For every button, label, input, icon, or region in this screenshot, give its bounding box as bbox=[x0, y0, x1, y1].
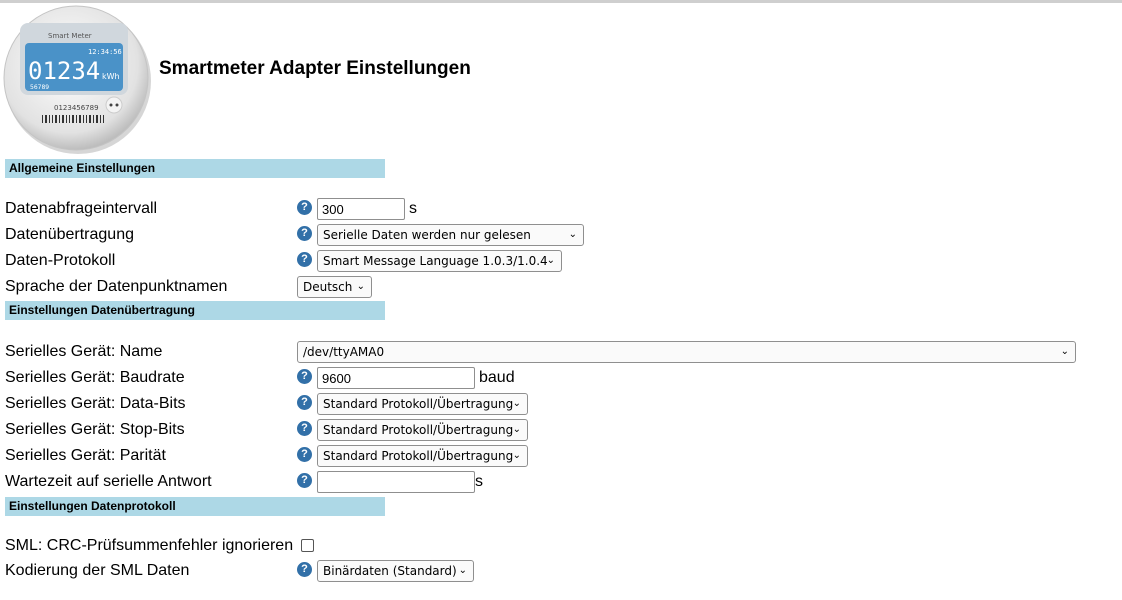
protocol-select[interactable]: Smart Message Language 1.0.3/1.0.4 ⌄ bbox=[317, 250, 562, 272]
baud-unit: baud bbox=[479, 369, 515, 386]
chevron-down-icon: ⌄ bbox=[512, 424, 521, 435]
help-icon[interactable]: ? bbox=[297, 200, 312, 215]
help-icon[interactable]: ? bbox=[297, 421, 312, 436]
interval-label: Datenabfrageintervall bbox=[5, 200, 158, 217]
help-icon[interactable]: ? bbox=[297, 447, 312, 462]
interval-input[interactable] bbox=[317, 198, 405, 220]
language-value: Deutsch bbox=[303, 280, 353, 294]
chevron-down-icon: ⌄ bbox=[1060, 346, 1069, 357]
crc-checkbox[interactable] bbox=[301, 539, 314, 552]
logo-serial: 0123456789 bbox=[54, 104, 99, 112]
stopbits-select[interactable]: Standard Protokoll/Übertragung ⌄ bbox=[317, 419, 528, 441]
transfer-mode-label: Datenübertragung bbox=[5, 226, 134, 243]
databits-select[interactable]: Standard Protokoll/Übertragung ⌄ bbox=[317, 393, 528, 415]
stopbits-value: Standard Protokoll/Übertragung bbox=[323, 423, 514, 437]
chevron-down-icon: ⌄ bbox=[458, 565, 467, 576]
logo-brand: Smart Meter bbox=[48, 32, 92, 40]
transfer-mode-value: Serielle Daten werden nur gelesen bbox=[323, 228, 531, 242]
help-icon[interactable]: ? bbox=[297, 395, 312, 410]
help-icon[interactable]: ? bbox=[297, 369, 312, 384]
transfer-mode-select[interactable]: Serielle Daten werden nur gelesen ⌄ bbox=[317, 224, 584, 246]
chevron-down-icon: ⌄ bbox=[512, 450, 521, 461]
timeout-label: Wartezeit auf serielle Antwort bbox=[5, 473, 212, 490]
stopbits-label: Serielles Gerät: Stop-Bits bbox=[5, 421, 185, 438]
parity-value: Standard Protokoll/Übertragung bbox=[323, 449, 514, 463]
timeout-unit: s bbox=[475, 473, 483, 490]
help-icon[interactable]: ? bbox=[297, 226, 312, 241]
baud-label: Serielles Gerät: Baudrate bbox=[5, 369, 185, 386]
logo-sub: 56789 bbox=[30, 84, 49, 91]
language-select[interactable]: Deutsch ⌄ bbox=[297, 276, 372, 298]
serial-name-select[interactable]: /dev/ttyAMA0 ⌄ bbox=[297, 341, 1076, 363]
serial-name-value: /dev/ttyAMA0 bbox=[303, 345, 385, 359]
databits-value: Standard Protokoll/Übertragung bbox=[323, 397, 514, 411]
protocol-value: Smart Message Language 1.0.3/1.0.4 bbox=[323, 254, 548, 268]
logo-unit: kWh bbox=[102, 72, 120, 81]
help-icon[interactable]: ? bbox=[297, 252, 312, 267]
serial-name-label: Serielles Gerät: Name bbox=[5, 343, 163, 360]
section-header-general: Allgemeine Einstellungen bbox=[5, 159, 385, 178]
encoding-select[interactable]: Binärdaten (Standard) ⌄ bbox=[317, 560, 474, 582]
logo-reading: 01234 bbox=[28, 57, 100, 85]
parity-select[interactable]: Standard Protokoll/Übertragung ⌄ bbox=[317, 445, 528, 467]
encoding-label: Kodierung der SML Daten bbox=[5, 562, 190, 579]
help-icon[interactable]: ? bbox=[297, 562, 312, 577]
logo-time: 12:34:56 bbox=[88, 48, 122, 56]
chevron-down-icon: ⌄ bbox=[512, 398, 521, 409]
section-header-protocol: Einstellungen Datenprotokoll bbox=[5, 497, 385, 516]
baud-input[interactable] bbox=[317, 367, 475, 389]
help-icon[interactable]: ? bbox=[297, 473, 312, 488]
parity-label: Serielles Gerät: Parität bbox=[5, 447, 166, 464]
smart-meter-logo: Smart Meter 12:34:56 01234 kWh 56789 012… bbox=[0, 3, 155, 155]
interval-unit: s bbox=[409, 200, 417, 217]
section-header-transfer: Einstellungen Datenübertragung bbox=[5, 301, 385, 320]
timeout-input[interactable] bbox=[317, 471, 475, 493]
databits-label: Serielles Gerät: Data-Bits bbox=[5, 395, 186, 412]
language-label: Sprache der Datenpunktnamen bbox=[5, 278, 228, 295]
page-title: Smartmeter Adapter Einstellungen bbox=[159, 58, 471, 79]
chevron-down-icon: ⌄ bbox=[546, 255, 555, 266]
chevron-down-icon: ⌄ bbox=[568, 229, 577, 240]
top-border bbox=[0, 0, 1122, 3]
encoding-value: Binärdaten (Standard) bbox=[323, 564, 457, 578]
protocol-label: Daten-Protokoll bbox=[5, 252, 116, 269]
chevron-down-icon: ⌄ bbox=[356, 281, 365, 292]
crc-label: SML: CRC-Prüfsummenfehler ignorieren bbox=[5, 537, 294, 554]
